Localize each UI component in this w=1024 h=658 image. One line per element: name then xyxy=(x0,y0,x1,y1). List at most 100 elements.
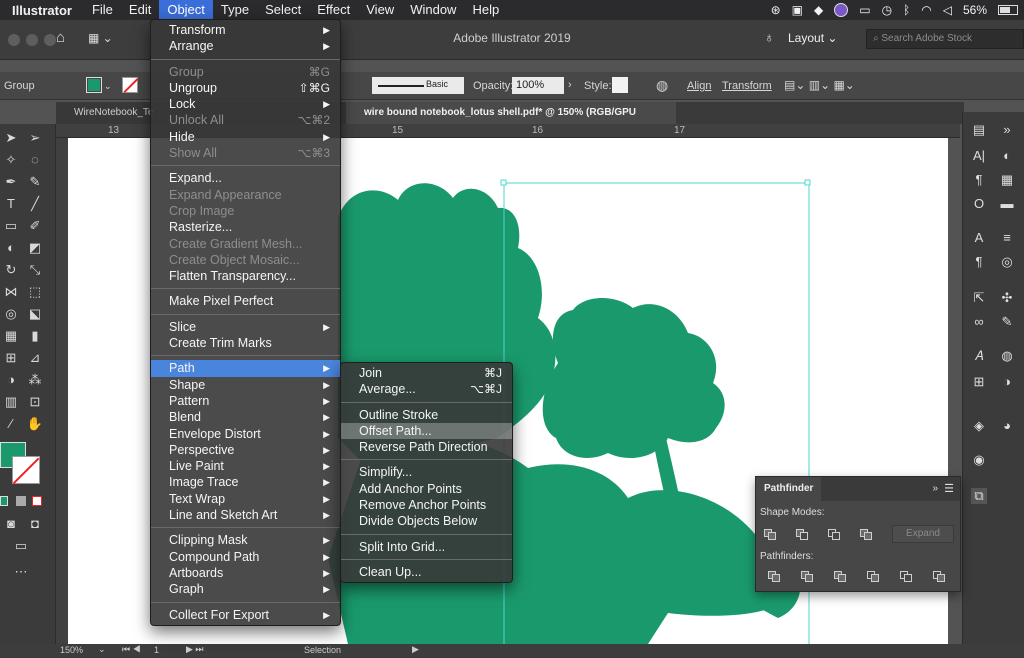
menu-item-hide[interactable]: Hide ▶ xyxy=(151,129,340,145)
menu-item-shape[interactable]: Shape ▶ xyxy=(151,377,340,393)
collapse-panel-icon[interactable]: » xyxy=(932,483,938,494)
draw-normal-icon[interactable]: ◙ xyxy=(2,516,20,532)
direct-selection-tool-icon[interactable]: ➢ xyxy=(26,130,44,146)
selection-tool-icon[interactable]: ➤ xyxy=(2,130,20,146)
unite-icon[interactable] xyxy=(764,529,778,541)
hand-tool-icon[interactable]: ✋ xyxy=(26,416,44,432)
dropbox-icon[interactable]: ◆ xyxy=(814,3,823,17)
shaper-tool-icon[interactable]: ◐ xyxy=(2,240,20,256)
asset-export-icon[interactable]: ◉ xyxy=(971,452,987,468)
character-panel-icon[interactable]: A| xyxy=(971,148,987,164)
align-options-icon[interactable]: ▤⌄ ▥⌄ ▦⌄ xyxy=(784,78,855,92)
fill-dropdown-icon[interactable]: ⌄ xyxy=(104,81,112,92)
rotate-tool-icon[interactable]: ↻ xyxy=(2,262,20,278)
menu-item-graph[interactable]: Graph ▶ xyxy=(151,581,340,597)
menu-item-split-into-grid[interactable]: Split Into Grid... xyxy=(341,539,512,555)
menu-effect[interactable]: Effect xyxy=(309,0,358,20)
merge-icon[interactable] xyxy=(834,571,848,583)
none-mode-icon[interactable] xyxy=(32,496,42,506)
zoom-level[interactable]: 150% xyxy=(60,645,83,655)
pathfinder-panel-icon[interactable]: ⧉ xyxy=(971,488,987,504)
color-guide-icon[interactable]: ◐ xyxy=(999,148,1015,164)
fill-swatch[interactable] xyxy=(86,77,102,93)
divide-icon[interactable] xyxy=(768,571,782,583)
outline-icon[interactable] xyxy=(900,571,914,583)
menu-item-simplify[interactable]: Simplify... xyxy=(341,464,512,480)
tab-wirenotebook[interactable]: WireNotebook_Te xyxy=(56,102,153,124)
artboards-panel-icon[interactable]: ⊞ xyxy=(971,374,987,390)
gradient-panel-icon[interactable]: ▬ xyxy=(999,196,1015,212)
recolor-artwork-icon[interactable]: ◍ xyxy=(656,77,668,94)
menu-item-add-anchor-points[interactable]: Add Anchor Points xyxy=(341,481,512,497)
stroke-panel-icon[interactable]: ≡ xyxy=(999,230,1015,246)
user-avatar-icon[interactable] xyxy=(834,3,849,17)
expand-button[interactable]: Expand xyxy=(892,525,954,543)
transform-link[interactable]: Transform xyxy=(722,80,772,92)
opacity-input[interactable]: 100% xyxy=(512,77,564,94)
mesh-tool-icon[interactable]: ⊞ xyxy=(2,350,20,366)
lasso-tool-icon[interactable]: ◌ xyxy=(26,152,44,168)
color-panel-icon[interactable]: ◕ xyxy=(999,418,1015,434)
menu-item-blend[interactable]: Blend ▶ xyxy=(151,409,340,425)
wifi-icon[interactable]: ◠ xyxy=(921,3,931,17)
pen-tool-icon[interactable]: ✒ xyxy=(2,174,20,190)
edit-toolbar-icon[interactable]: ⋯ xyxy=(12,564,30,580)
transparency-panel-icon[interactable]: ◑ xyxy=(999,374,1015,390)
appearance-panel-icon[interactable]: ◎ xyxy=(999,254,1015,270)
draw-behind-icon[interactable]: ◘ xyxy=(26,516,44,532)
menu-item-join[interactable]: Join ⌘J xyxy=(341,365,512,381)
color-mode-icon[interactable] xyxy=(0,496,8,506)
minus-back-icon[interactable] xyxy=(933,571,947,583)
menu-item-clipping-mask[interactable]: Clipping Mask ▶ xyxy=(151,532,340,548)
first-artboard-icon[interactable]: ⏮ ◀ xyxy=(122,644,141,655)
menu-item-slice[interactable]: Slice ▶ xyxy=(151,319,340,335)
artboard-tool-icon[interactable]: ⊡ xyxy=(26,394,44,410)
menu-item-image-trace[interactable]: Image Trace ▶ xyxy=(151,474,340,490)
menu-item-reverse-path-direction[interactable]: Reverse Path Direction xyxy=(341,439,512,455)
volume-icon[interactable]: ◁ xyxy=(943,3,952,17)
stroke-style-select[interactable]: Basic xyxy=(372,77,464,94)
graphic-style-swatch[interactable] xyxy=(612,77,628,93)
menu-item-path[interactable]: Path ▶ xyxy=(151,360,340,377)
opentype-panel-icon[interactable]: O xyxy=(971,196,987,212)
menu-item-line-and-sketch-art[interactable]: Line and Sketch Art ▶ xyxy=(151,507,340,523)
symbols-panel-icon[interactable]: ✣ xyxy=(999,290,1015,306)
menu-view[interactable]: View xyxy=(358,0,402,20)
time-machine-icon[interactable]: ◷ xyxy=(882,3,892,17)
battery-percent[interactable]: 56% xyxy=(963,3,987,17)
shape-builder-tool-icon[interactable]: ◎ xyxy=(2,306,20,322)
airplay-icon[interactable]: ▭ xyxy=(859,3,870,17)
menu-item-ungroup[interactable]: Ungroup ⇧⌘G xyxy=(151,80,340,96)
artboard-number[interactable]: 1 xyxy=(154,645,159,655)
menu-item-perspective[interactable]: Perspective ▶ xyxy=(151,442,340,458)
eraser-tool-icon[interactable]: ◩ xyxy=(26,240,44,256)
menu-item-compound-path[interactable]: Compound Path ▶ xyxy=(151,549,340,565)
glyphs-panel-icon[interactable]: 𝐴 xyxy=(971,348,987,364)
export-panel-icon[interactable]: ⇱ xyxy=(971,290,987,306)
layers-panel-icon[interactable]: ◈ xyxy=(971,418,987,434)
paragraph-panel-icon[interactable]: ¶ xyxy=(971,172,987,188)
menu-item-pattern[interactable]: Pattern ▶ xyxy=(151,393,340,409)
menu-item-artboards[interactable]: Artboards ▶ xyxy=(151,565,340,581)
align-link[interactable]: Align xyxy=(687,80,711,92)
app-menu[interactable]: Illustrator xyxy=(0,3,84,18)
status-menu-icon[interactable]: ▶ xyxy=(412,644,419,655)
stroke-swatch[interactable] xyxy=(122,77,139,93)
menu-item-make-pixel-perfect[interactable]: Make Pixel Perfect xyxy=(151,293,340,309)
menu-help[interactable]: Help xyxy=(464,0,507,20)
menu-item-outline-stroke[interactable]: Outline Stroke xyxy=(341,407,512,423)
menu-item-remove-anchor-points[interactable]: Remove Anchor Points xyxy=(341,497,512,513)
symbol-sprayer-tool-icon[interactable]: ⁂ xyxy=(26,372,44,388)
eyedropper-tool-icon[interactable]: ⊿ xyxy=(26,350,44,366)
menu-type[interactable]: Type xyxy=(213,0,257,20)
trim-icon[interactable] xyxy=(801,571,815,583)
menu-item-live-paint[interactable]: Live Paint ▶ xyxy=(151,458,340,474)
menu-item-offset-path[interactable]: Offset Path... xyxy=(341,422,512,440)
stroke-color-swatch[interactable] xyxy=(12,456,40,485)
opacity-chevron-icon[interactable]: › xyxy=(568,79,572,91)
para-styles-icon[interactable]: ¶ xyxy=(971,254,987,270)
column-graph-tool-icon[interactable]: ▥ xyxy=(2,394,20,410)
curvature-tool-icon[interactable]: ✎ xyxy=(26,174,44,190)
scale-tool-icon[interactable]: ⤡ xyxy=(26,262,44,278)
menu-item-collect-for-export[interactable]: Collect For Export ▶ xyxy=(151,607,340,623)
